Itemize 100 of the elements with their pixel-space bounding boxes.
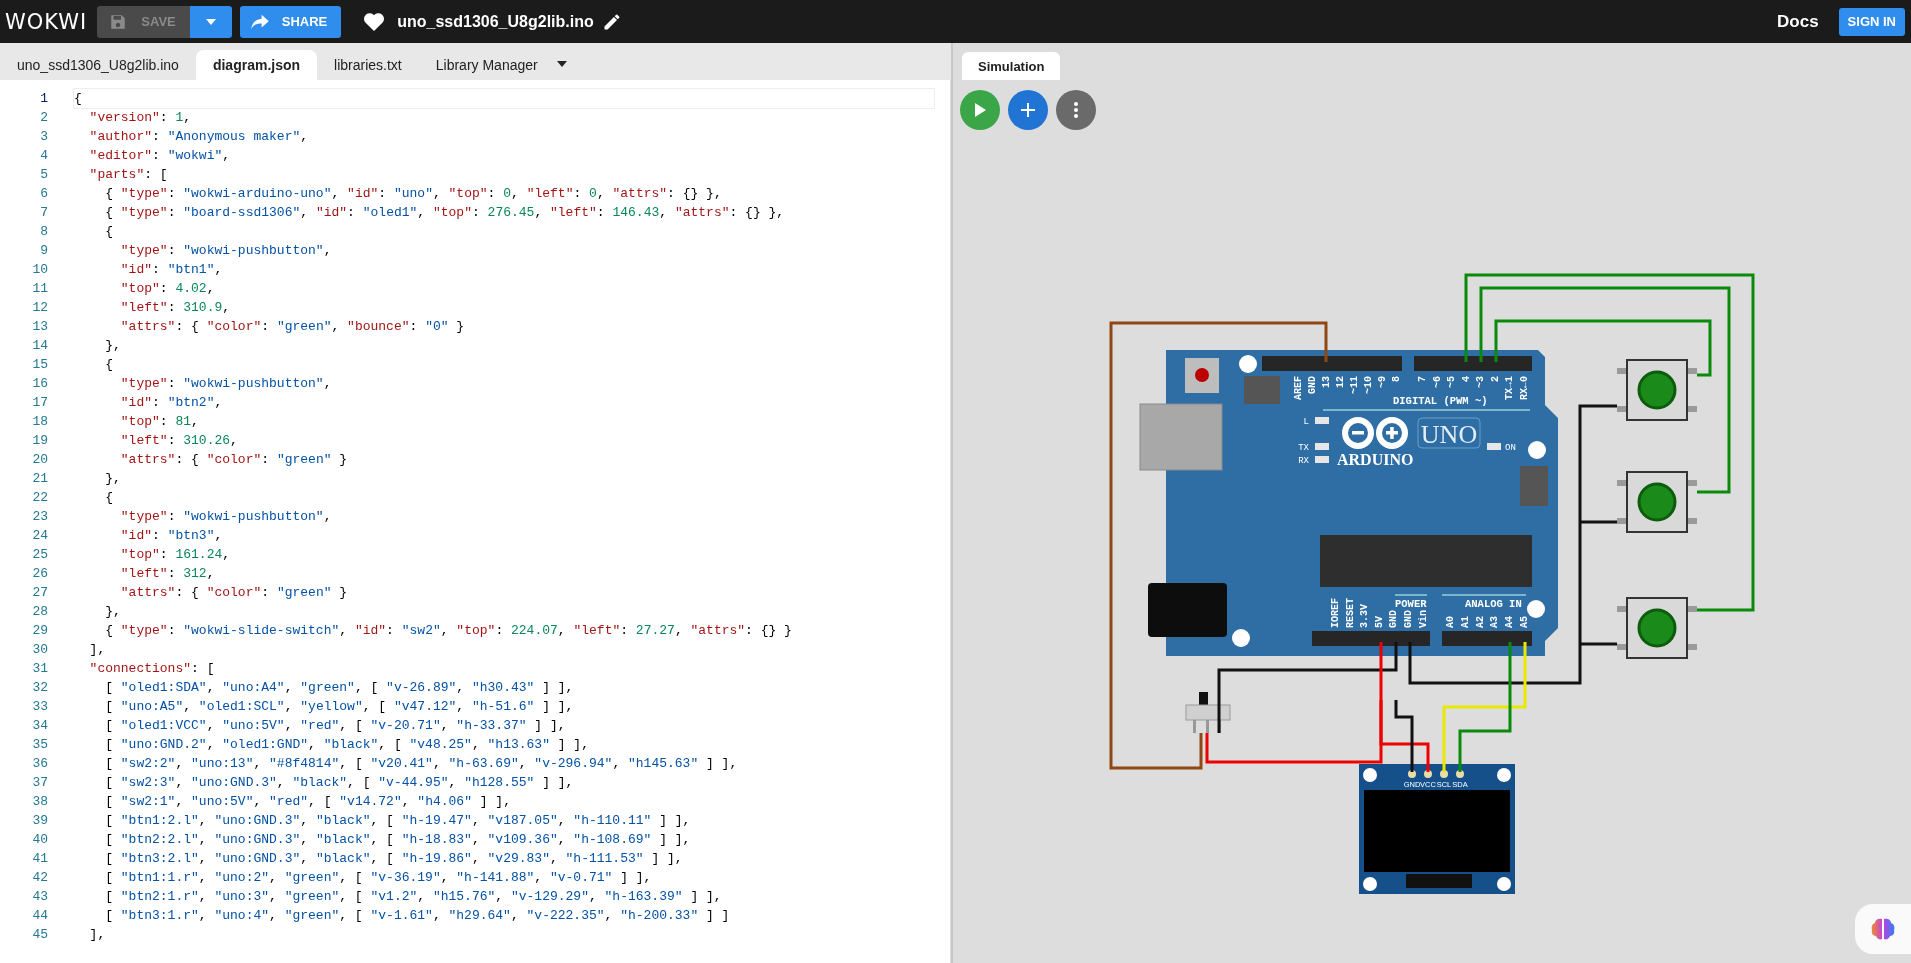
line-number: 42 xyxy=(31,869,48,887)
pin-label: GND xyxy=(1388,610,1400,628)
play-icon xyxy=(973,102,987,118)
line-number: 36 xyxy=(31,755,48,773)
wire[interactable] xyxy=(1458,642,1512,772)
line-number: 30 xyxy=(31,641,48,659)
file-tab[interactable]: libraries.txt xyxy=(317,50,419,80)
pin-label: 3.3V xyxy=(1359,604,1371,628)
heart-icon[interactable] xyxy=(363,11,386,32)
wire[interactable] xyxy=(1494,319,1712,377)
line-number: 33 xyxy=(31,698,48,716)
pushbutton[interactable] xyxy=(1617,471,1697,533)
line-number: 29 xyxy=(31,622,48,640)
code-line: }, xyxy=(104,470,121,488)
line-number: 21 xyxy=(31,470,48,488)
add-part-button[interactable] xyxy=(1008,90,1048,130)
code-line: { xyxy=(74,89,934,108)
line-number: 16 xyxy=(31,375,48,393)
line-number: 7 xyxy=(39,204,48,222)
line-number: 22 xyxy=(31,489,48,507)
line-number: 10 xyxy=(31,261,48,279)
code-line: "top": 81, xyxy=(119,413,199,431)
board-label: ANALOG IN xyxy=(1465,598,1522,610)
pin-label: GND xyxy=(1402,610,1414,628)
wire[interactable] xyxy=(1109,321,1328,770)
pin-label: TX→1 xyxy=(1504,376,1516,400)
code-line: [ "uno:A5", "oled1:SCL", "yellow", [ "v47.12", "h-51.6" ] ], xyxy=(104,698,574,716)
pin-label: ~9 xyxy=(1377,376,1388,388)
line-number: 20 xyxy=(31,451,48,469)
pushbutton[interactable] xyxy=(1617,597,1697,659)
code-line: [ "sw2:3", "uno:GND.3", "black", [ "v-44.95", "h128.55" ] ], xyxy=(104,774,574,792)
pin-label: AREF xyxy=(1293,376,1304,400)
code-line: ], xyxy=(88,926,106,944)
line-number: 4 xyxy=(39,147,48,165)
pin-label: 13 xyxy=(1321,376,1332,388)
line-number: 39 xyxy=(31,812,48,830)
code-line: "attrs": { "color": "green" } xyxy=(119,584,348,602)
code-line: [ "oled1:VCC", "uno:5V", "red", [ "v-20.71", "h-33.37" ] ], xyxy=(104,717,566,735)
assistant-button[interactable] xyxy=(1855,904,1911,954)
more-icon xyxy=(1074,102,1078,118)
line-number: 25 xyxy=(31,546,48,564)
code-line: [ "btn1:1.r", "uno:2", "green", [ "v-36.19", "h-141.88", "v-0.71" ] ], xyxy=(104,869,652,887)
line-number: 32 xyxy=(31,679,48,697)
code-line: ], xyxy=(88,641,106,659)
line-number: 27 xyxy=(31,584,48,602)
line-number: 34 xyxy=(31,717,48,735)
pin-label: 4 xyxy=(1460,376,1472,382)
line-number: 24 xyxy=(31,527,48,545)
line-number: 13 xyxy=(31,318,48,336)
pin-label: A4 xyxy=(1504,616,1516,628)
wire[interactable] xyxy=(1205,642,1383,764)
pin-label: A5 xyxy=(1518,616,1530,628)
file-tab[interactable]: uno_ssd1306_U8g2lib.ino xyxy=(0,50,196,80)
line-number: 8 xyxy=(39,223,48,241)
pin-label: GND xyxy=(1307,376,1318,394)
logo[interactable]: WOKWI xyxy=(5,9,88,34)
line-number: 28 xyxy=(31,603,48,621)
pin-label: IOREF xyxy=(1329,598,1341,628)
line-number: 40 xyxy=(31,831,48,849)
pin-label: 12 xyxy=(1335,376,1346,388)
board-label: DIGITAL (PWM ~) xyxy=(1393,395,1488,407)
code-line: [ "uno:GND.2", "oled1:GND", "black", [ "v48.25", "h13.63" ] ], xyxy=(104,736,589,754)
line-number: 37 xyxy=(31,774,48,792)
wire[interactable] xyxy=(1217,642,1398,733)
caret-down-icon[interactable] xyxy=(556,60,567,67)
code-line: "type": "wokwi-pushbutton", xyxy=(119,375,332,393)
line-number: 12 xyxy=(31,299,48,317)
save-menu-button[interactable] xyxy=(189,5,232,38)
line-number: 45 xyxy=(31,926,48,944)
code-line: [ "btn3:1.r", "uno:4", "green", [ "v-1.61", "h29.64", "v-222.35", "h-200.33" ] ] xyxy=(104,907,730,925)
file-tab[interactable]: diagram.json xyxy=(195,50,318,80)
line-number: 38 xyxy=(31,793,48,811)
code-line: { xyxy=(104,223,113,241)
slide-switch[interactable] xyxy=(1185,692,1231,733)
code-line: { "type": "board-ssd1306", "id": "oled1", "top": 276.45, "left": 146.43, "attrs": {} }, xyxy=(104,204,785,222)
pin-label: ~5 xyxy=(1446,376,1458,388)
line-number: 14 xyxy=(31,337,48,355)
wire[interactable] xyxy=(1394,700,1414,772)
simulation-tab[interactable]: Simulation xyxy=(962,52,1061,80)
line-number: 18 xyxy=(31,413,48,431)
code-line: }, xyxy=(104,603,121,621)
code-line: [ "btn2:1.r", "uno:3", "green", [ "v1.2", "h15.76", "v-129.29", "h-163.39" ] ], xyxy=(104,888,722,906)
line-number: 23 xyxy=(31,508,48,526)
pin-label: 8 xyxy=(1391,376,1402,382)
code-line: "id": "btn2", xyxy=(119,394,223,412)
start-simulation-button[interactable] xyxy=(960,90,1000,130)
file-tab[interactable]: Library Manager xyxy=(418,50,555,80)
led-label: ON xyxy=(1505,443,1516,453)
pushbutton[interactable] xyxy=(1617,359,1697,421)
line-number: 26 xyxy=(31,565,48,583)
docs-link[interactable]: Docs xyxy=(1777,11,1819,32)
line-number: 15 xyxy=(31,356,48,374)
project-title: uno_ssd1306_U8g2lib.ino xyxy=(397,12,594,31)
wire[interactable] xyxy=(1379,700,1430,772)
pin-label: A3 xyxy=(1489,616,1501,628)
pin-label: A0 xyxy=(1445,616,1457,628)
pin-label: ~10 xyxy=(1363,376,1374,394)
code-line: { xyxy=(104,356,113,374)
more-options-button[interactable] xyxy=(1056,90,1096,130)
code-line: }, xyxy=(104,337,121,355)
